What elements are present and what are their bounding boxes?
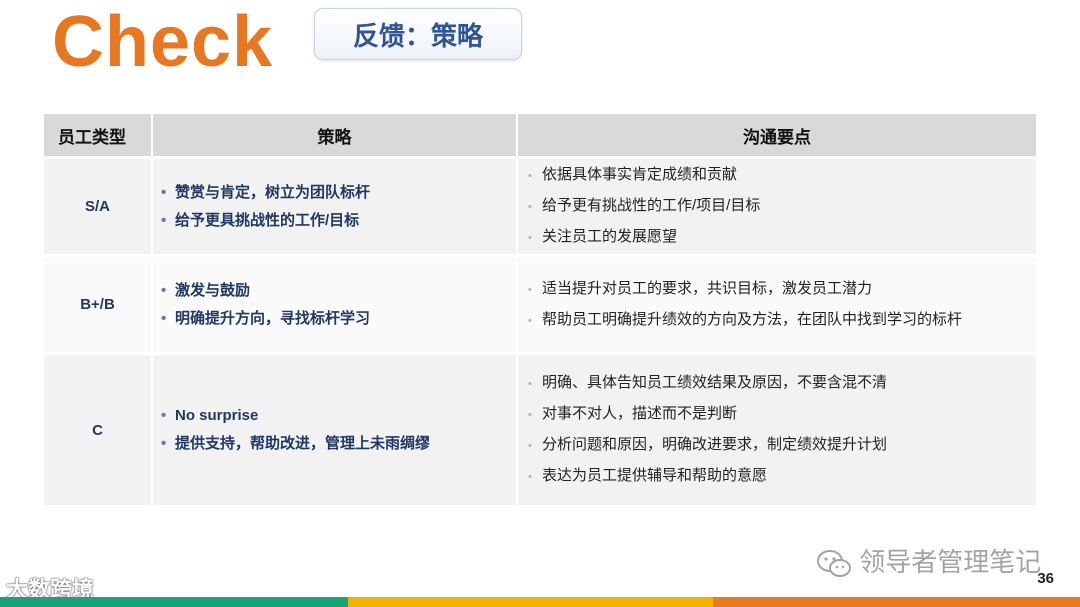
- point-item: • 分析问题和原因，明确改进要求，制定绩效提升计划: [528, 430, 1036, 461]
- point-item: • 依据具体事实肯定成绩和贡献: [528, 160, 1036, 191]
- point-item: • 给予更有挑战性的工作/项目/目标: [528, 191, 1036, 222]
- bullet-icon: •: [528, 409, 532, 421]
- strategy-item: • 明确提升方向，寻找标杆学习: [161, 305, 516, 333]
- strategy-item: • 赞赏与肯定，树立为团队标杆: [161, 179, 516, 207]
- points-cell: • 依据具体事实肯定成绩和贡献 • 给予更有挑战性的工作/项目/目标 • 关注员工的发…: [518, 159, 1036, 254]
- strategy-table: 员工类型 策略 沟通要点 S/A • 赞赏与肯定，树立为团队标杆 • 给予更具挑战性…: [44, 114, 1036, 505]
- bullet-icon: •: [528, 232, 532, 244]
- points-cell: • 明确、具体告知员工绩效结果及原因，不要含混不清 • 对事不对人，描述而不是判断 …: [518, 355, 1036, 505]
- footer-color-bar: [0, 597, 1080, 607]
- point-item: • 帮助员工明确提升绩效的方向及方法，在团队中找到学习的标杆: [528, 305, 1036, 336]
- employee-type: B+/B: [44, 257, 153, 352]
- bullet-icon: •: [161, 435, 167, 452]
- header-strategy: 策略: [153, 114, 518, 156]
- bullet-icon: •: [161, 309, 167, 327]
- table-header-row: 员工类型 策略 沟通要点: [44, 114, 1036, 159]
- footer-bar-yellow: [348, 597, 713, 607]
- point-item: • 表达为员工提供辅导和帮助的意愿: [528, 461, 1036, 492]
- table-row: C • No surprise • 提供支持，帮助改进，管理上未雨绸缪 • 明确、具体…: [44, 355, 1036, 505]
- bullet-icon: •: [528, 440, 532, 452]
- page-number: 36: [1037, 570, 1054, 587]
- strategy-item: • 激发与鼓励: [161, 277, 516, 305]
- section-badge: 反馈：策略: [314, 8, 522, 60]
- points-cell: • 适当提升对员工的要求，共识目标，激发员工潜力 • 帮助员工明确提升绩效的方向及方…: [518, 257, 1036, 352]
- strategy-cell: • 激发与鼓励 • 明确提升方向，寻找标杆学习: [153, 257, 518, 352]
- header-communication-points: 沟通要点: [743, 127, 811, 147]
- bullet-icon: •: [528, 201, 532, 213]
- bullet-icon: •: [528, 378, 532, 390]
- strategy-cell: • 赞赏与肯定，树立为团队标杆 • 给予更具挑战性的工作/目标: [153, 159, 518, 254]
- strategy-cell: • No surprise • 提供支持，帮助改进，管理上未雨绸缪: [153, 355, 518, 505]
- bullet-icon: •: [161, 183, 167, 201]
- strategy-item: • 给予更具挑战性的工作/目标: [161, 207, 516, 235]
- wechat-icon: [817, 550, 851, 578]
- footer-bar-green: [0, 597, 348, 607]
- point-item: • 明确、具体告知员工绩效结果及原因，不要含混不清: [528, 368, 1036, 399]
- bullet-icon: •: [528, 314, 532, 327]
- bullet-icon: •: [528, 283, 532, 296]
- bullet-icon: •: [161, 211, 167, 229]
- point-item: • 关注员工的发展愿望: [528, 222, 1036, 253]
- bullet-icon: •: [528, 170, 532, 182]
- bullet-icon: •: [528, 471, 532, 483]
- header-employee-type: 员工类型: [44, 114, 153, 156]
- strategy-item: • 提供支持，帮助改进，管理上未雨绸缪: [161, 430, 516, 458]
- employee-type: C: [44, 355, 153, 505]
- employee-type: S/A: [44, 159, 153, 254]
- point-item: • 对事不对人，描述而不是判断: [528, 399, 1036, 430]
- watermark-text: 领导者管理笔记: [859, 547, 1042, 577]
- table-row: S/A • 赞赏与肯定，树立为团队标杆 • 给予更具挑战性的工作/目标 • 依据具体事…: [44, 159, 1036, 257]
- table-row: B+/B • 激发与鼓励 • 明确提升方向，寻找标杆学习 • 适当提升对员工的要求，共…: [44, 257, 1036, 355]
- footer-bar-orange: [713, 597, 1080, 607]
- strategy-item: • No surprise: [161, 402, 516, 430]
- point-item: • 适当提升对员工的要求，共识目标，激发员工潜力: [528, 274, 1036, 305]
- bullet-icon: •: [161, 281, 167, 299]
- watermark: 领导者管理笔记: [816, 542, 1041, 579]
- bullet-icon: •: [161, 407, 167, 424]
- slide-title: Check: [52, 2, 274, 82]
